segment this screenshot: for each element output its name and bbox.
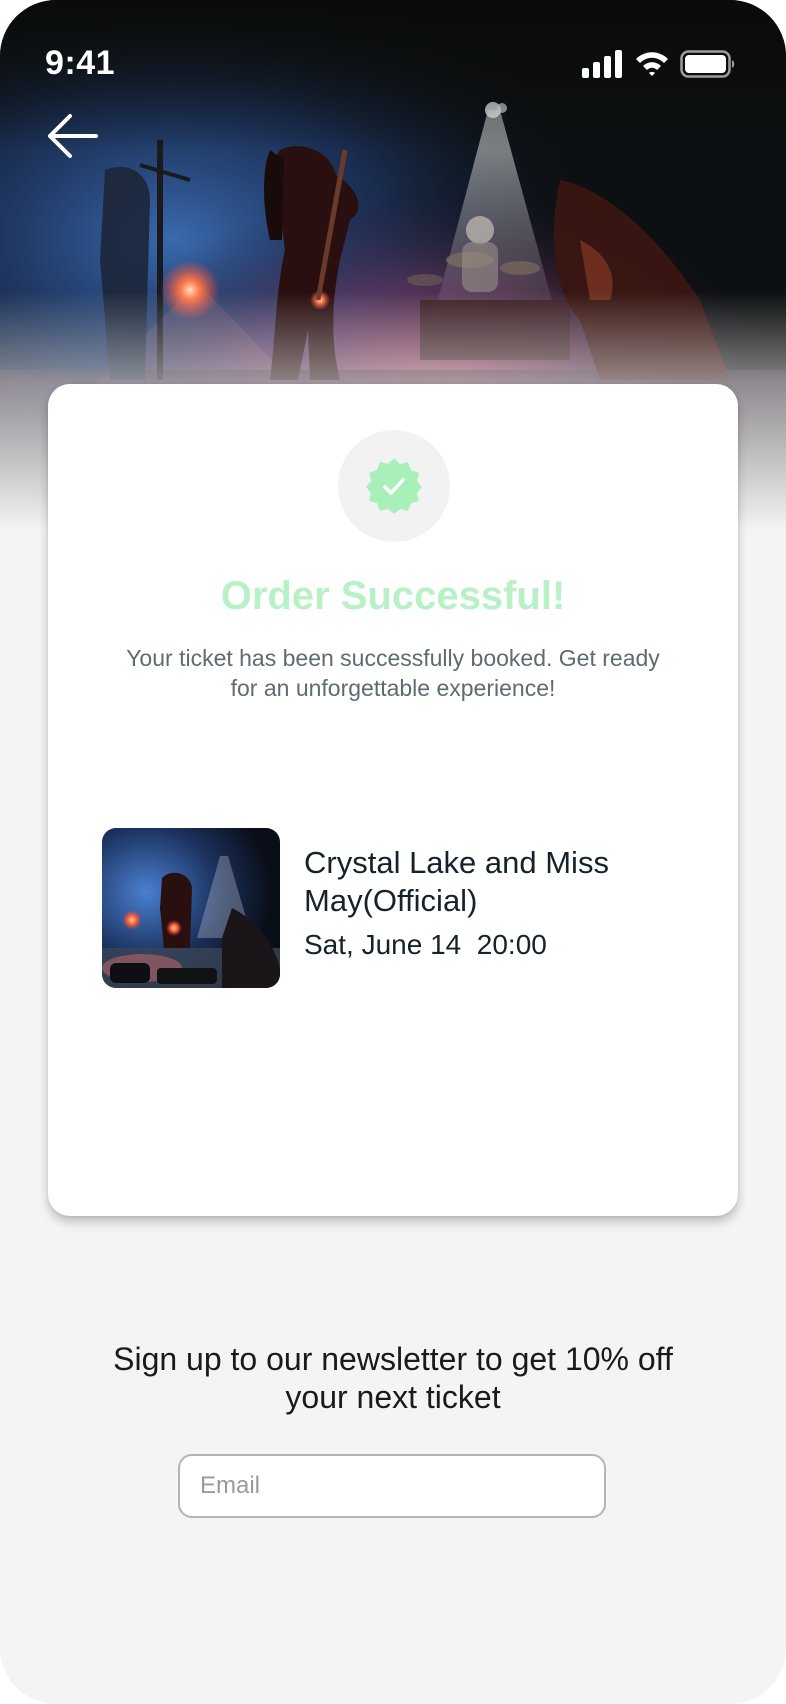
order-success-message: Your ticket has been successfully booked… [126,645,660,701]
status-time: 9:41 [45,44,116,82]
newsletter-signup-text: Sign up to our newsletter to get 10% off… [113,1341,673,1415]
event-date-time: Sat, June 14 20:00 [304,929,547,960]
back-button[interactable] [40,108,104,164]
check-badge-icon [366,458,422,514]
success-badge [338,430,450,542]
cellular-signal-icon [582,50,622,83]
event-name: Crystal Lake and Miss May(Official) [304,845,609,918]
arrow-left-icon [48,114,98,158]
phone-screen: 9:41 Order Successful! Your ticket has b… [0,0,786,1704]
wifi-icon [634,48,670,83]
status-icons [582,50,742,82]
order-success-title: Order Successful! [220,574,566,618]
event-thumbnail [102,828,280,988]
order-confirmation-card: Order Successful! Your ticket has been s… [48,384,738,1216]
status-bar: 9:41 [0,0,786,130]
email-field[interactable] [178,1454,606,1518]
battery-icon [680,50,736,83]
